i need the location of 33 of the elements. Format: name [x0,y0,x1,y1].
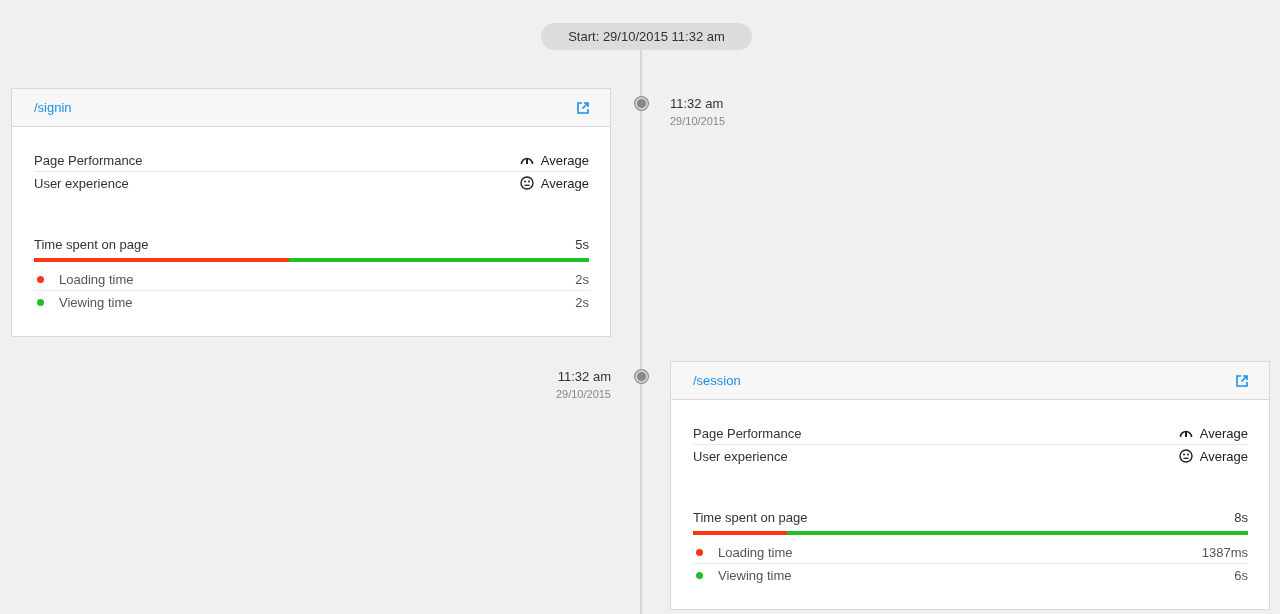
legend-label: Viewing time [59,294,133,310]
legend-value: 6s [1234,567,1248,583]
total-time: 8s [1234,509,1248,525]
metric-value: Average [1199,425,1248,441]
external-link-icon[interactable] [577,101,589,114]
neutral-face-icon [1178,449,1193,463]
legend-value: 1387ms [1201,544,1248,560]
legend-label: Loading time [718,544,793,560]
entry-time: 11:32 am [556,369,611,384]
metric-label: Page Performance [693,425,802,441]
time-label: Time spent on page [34,236,149,252]
legend-label: Loading time [59,271,134,287]
page-link[interactable]: /signin [34,100,72,115]
neutral-face-icon [519,176,534,190]
time-label: Time spent on page [693,509,808,525]
start-label: Start: 29/10/2015 11:32 am [541,23,752,50]
entry-date: 29/10/2015 [554,388,611,400]
total-time: 5s [575,236,589,252]
metric-value: Average [540,175,589,191]
entry-date: 29/10/2015 [670,115,727,127]
metric-label: User experience [693,448,788,464]
metric-value: Average [1199,448,1248,464]
metric-label: Page Performance [34,152,143,168]
legend-value: 2s [575,294,589,310]
external-link-icon[interactable] [1236,374,1248,387]
legend-value: 2s [575,271,589,287]
metric-value: Average [540,152,589,168]
timeline-node [634,370,648,383]
page-link[interactable]: /session [693,373,741,388]
metric-label: User experience [34,175,129,191]
legend-label: Viewing time [718,567,792,583]
timeline-node [634,97,648,110]
entry-time: 11:32 am [670,96,725,111]
